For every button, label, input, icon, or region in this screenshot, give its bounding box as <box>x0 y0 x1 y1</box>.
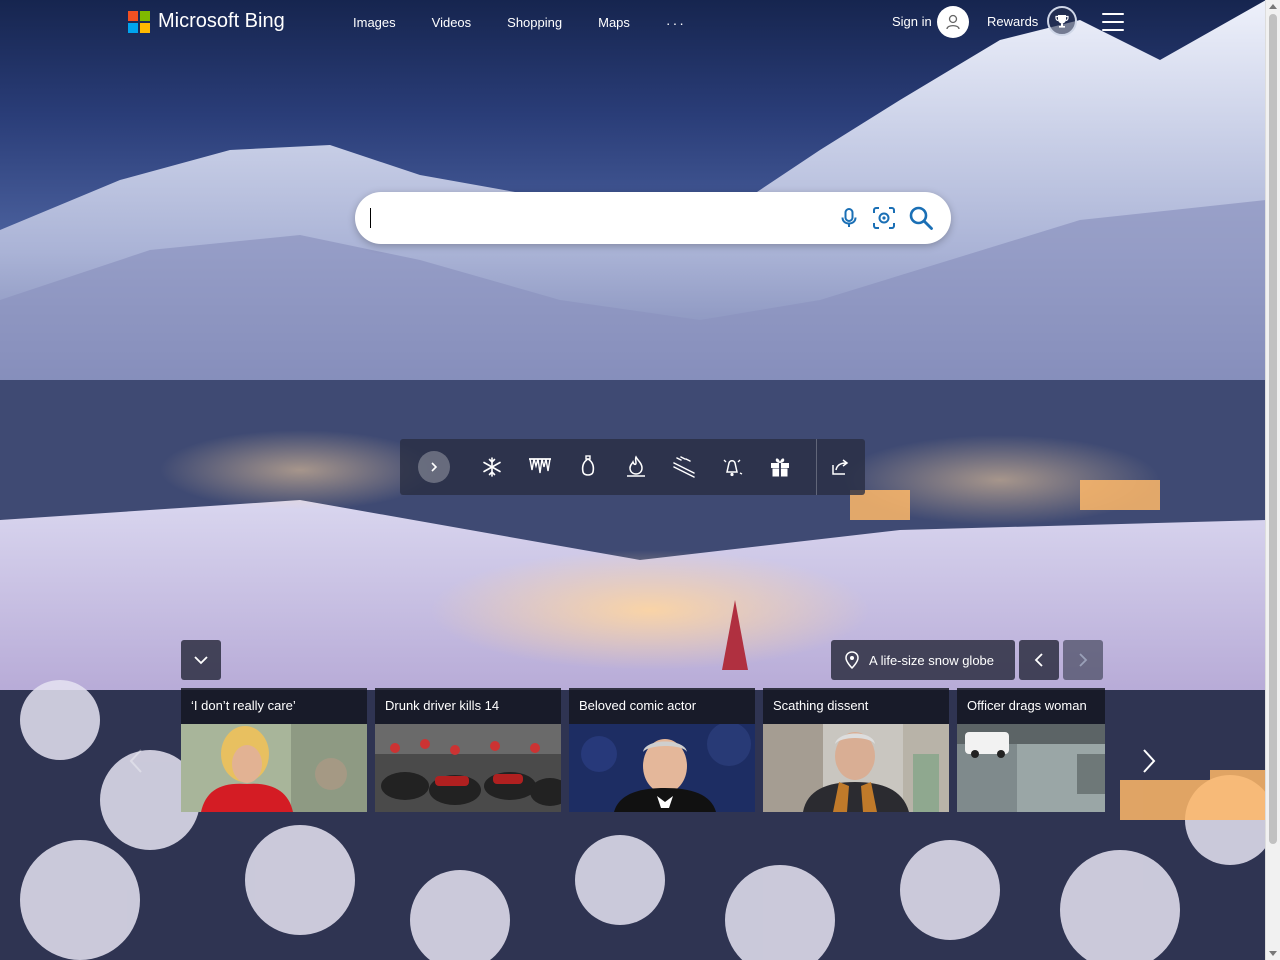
chevron-right-icon <box>431 462 438 472</box>
news-card[interactable]: ‘I don’t really care’ <box>181 688 367 812</box>
ornament-icon[interactable] <box>576 455 600 479</box>
brand-name: Microsoft Bing <box>158 10 285 32</box>
news-card[interactable]: Beloved comic actor <box>569 688 755 812</box>
quiz-toolbar <box>400 439 865 495</box>
news-card-image <box>181 724 367 812</box>
scrollbar-thumb[interactable] <box>1269 14 1277 844</box>
rewards-link[interactable]: Rewards <box>987 14 1038 29</box>
search-box[interactable] <box>355 192 951 244</box>
icicles-icon[interactable] <box>528 455 552 479</box>
share-icon[interactable] <box>828 455 852 479</box>
caption-text: A life-size snow globe <box>869 652 995 668</box>
next-image-button[interactable] <box>1063 640 1103 680</box>
fire-icon[interactable] <box>624 455 648 479</box>
trophy-icon <box>1055 15 1069 28</box>
signin-link[interactable]: Sign in <box>892 14 932 29</box>
collapse-feed-button[interactable] <box>181 640 221 680</box>
news-card-image <box>763 724 949 812</box>
user-icon <box>946 14 960 30</box>
scroll-up-arrow[interactable] <box>1269 4 1277 9</box>
scroll-down-arrow[interactable] <box>1269 951 1277 956</box>
microphone-icon[interactable] <box>835 204 863 232</box>
bell-icon[interactable] <box>720 455 744 479</box>
news-card[interactable]: Officer drags woman <box>957 688 1105 812</box>
avatar[interactable] <box>937 6 969 38</box>
toolbar-expand-button[interactable] <box>418 451 450 483</box>
ski-icon[interactable] <box>672 455 696 479</box>
menu-icon[interactable] <box>1102 13 1124 31</box>
news-carousel: ‘I don’t really care’ Drunk driver kills… <box>181 688 1105 812</box>
previous-image-button[interactable] <box>1019 640 1059 680</box>
news-card-title: Officer drags woman <box>967 698 1087 713</box>
chevron-left-icon <box>1034 653 1043 667</box>
text-caret <box>370 208 371 228</box>
news-card-image <box>375 724 561 812</box>
gift-icon[interactable] <box>768 455 792 479</box>
scrollbar[interactable] <box>1265 0 1280 960</box>
carousel-left-arrow[interactable] <box>124 744 148 778</box>
chevron-left-icon <box>129 749 142 773</box>
carousel-right-arrow[interactable] <box>1137 744 1161 778</box>
search-input[interactable] <box>371 206 815 232</box>
rewards-trophy-icon[interactable] <box>1047 6 1077 36</box>
search-icon[interactable] <box>907 204 935 232</box>
microsoft-logo-icon <box>128 10 150 33</box>
location-pin-icon <box>845 651 859 669</box>
chevron-right-icon <box>1079 653 1088 667</box>
nav-more-button[interactable]: ··· <box>666 15 686 31</box>
chevron-right-icon <box>1143 749 1156 773</box>
nav-item-images[interactable]: Images <box>353 15 396 31</box>
news-card[interactable]: Scathing dissent <box>763 688 949 812</box>
news-card-image <box>957 724 1105 812</box>
nav-item-shopping[interactable]: Shopping <box>507 15 562 31</box>
visual-search-icon[interactable] <box>870 204 898 232</box>
nav-item-videos[interactable]: Videos <box>432 15 472 31</box>
header: Microsoft Bing Images Videos Shopping Ma… <box>0 0 1266 46</box>
news-card-title: Drunk driver kills 14 <box>385 698 500 713</box>
toolbar-divider <box>816 439 817 495</box>
news-card[interactable]: Drunk driver kills 14 <box>375 688 561 812</box>
news-card-title: Scathing dissent <box>773 698 869 713</box>
bing-logo[interactable]: Microsoft Bing <box>128 10 285 33</box>
image-caption[interactable]: A life-size snow globe <box>831 640 1015 680</box>
top-nav: Images Videos Shopping Maps ··· <box>335 15 704 31</box>
news-card-image <box>569 724 755 812</box>
nav-item-maps[interactable]: Maps <box>598 15 630 31</box>
news-card-title: ‘I don’t really care’ <box>191 698 296 713</box>
news-card-title: Beloved comic actor <box>579 698 697 713</box>
chevron-down-icon <box>194 656 208 665</box>
snowflake-icon[interactable] <box>480 455 504 479</box>
